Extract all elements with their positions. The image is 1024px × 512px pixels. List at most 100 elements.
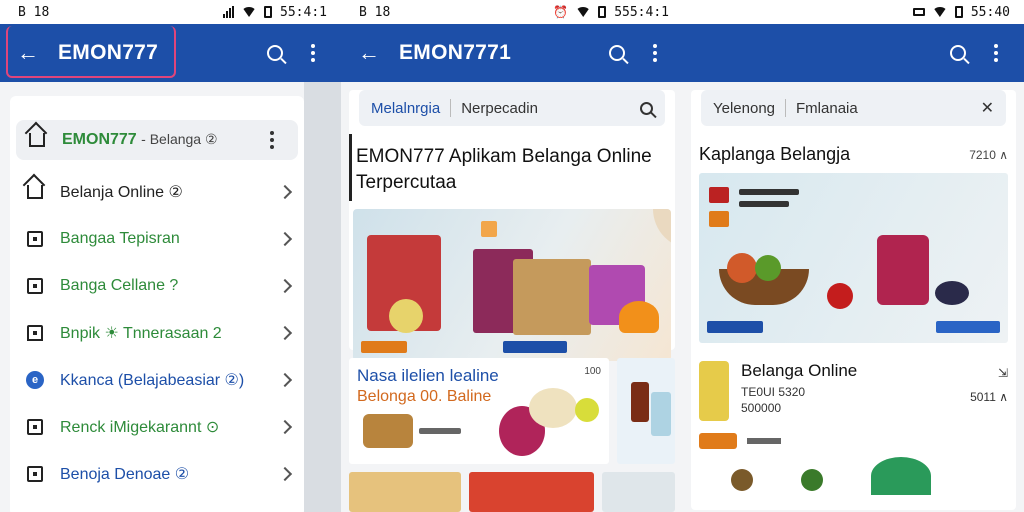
section-title: Kaplanga Belangja [699,144,851,164]
herb-image [801,469,823,491]
wifi-icon [242,7,257,17]
food-thumb-1[interactable] [349,472,461,512]
menu-item[interactable]: Bangaa Tepisran [10,215,304,262]
screen-menu: B 18 55:4:1 ← EMON777 EMON777 - Belanga … [0,0,341,512]
doc-icon [27,418,43,435]
promo-count: 100 [584,366,601,377]
menu-item-label: Renck iMigekarannt ⊙ [60,418,220,436]
category-card: Yelenong Fmlanaia ✕ Kaplanga Belangja 72… [691,90,1016,510]
product-row[interactable]: Belanga Online TE0UI 5320 500000 ⇲ 5011 … [691,343,1016,421]
back-arrow-icon[interactable]: ← [357,40,381,66]
peach-image [727,253,757,283]
chevron-right-icon[interactable] [277,372,293,387]
square-icon [27,277,43,294]
background-peek [304,82,341,512]
product-sub: 500000 [741,401,782,415]
banner-tag-right [936,321,1000,333]
status-time: 555:4:1 [614,4,669,20]
bread-image [529,388,577,428]
search-icon[interactable] [950,45,966,61]
menu-item-label: Bnpik ☀ Tnnerasaan 2 [60,324,222,342]
square-icon [27,465,43,482]
hero-banner[interactable] [353,209,671,362]
more-menu-icon[interactable] [301,44,325,62]
food-thumb-3[interactable] [601,472,675,512]
signal-icon [223,6,235,18]
badge-icon [481,221,497,238]
apple-image [827,283,853,309]
smoothie-image [877,235,929,305]
menu-item[interactable]: Banga Cellane ? [10,262,304,309]
menu-item[interactable]: e Kkanca (Belajabeasiar ②) [10,356,304,403]
more-menu-icon[interactable] [643,44,667,62]
search-tab-left[interactable]: Yelenong [713,100,775,117]
close-icon[interactable]: ✕ [981,98,994,118]
search-icon[interactable] [267,45,283,61]
decor-shape [653,209,671,250]
discount-badge [699,433,737,449]
app-title: EMON7771 [399,41,512,64]
product-side: ⇲ 5011 ∧ [970,361,1008,409]
berries-image [935,281,969,305]
search-tab-left[interactable]: Melalnrgia [371,100,440,117]
more-menu-icon[interactable] [984,44,1008,62]
promo-card[interactable]: Nasa ilelien lealine Belonga 00. Baline … [349,358,609,464]
status-time: 55:40 [970,4,1010,20]
grapes-image [755,255,781,281]
wifi-icon [932,7,947,17]
highlight-outline [6,26,176,78]
battery-icon [264,6,273,18]
selected-item-title: EMON777 [62,131,137,148]
label-tag [503,341,567,354]
chevron-right-icon[interactable] [277,466,293,481]
wifi-icon [576,7,591,17]
melon-image [871,457,931,495]
banner-text-line [739,189,799,195]
menu-item-label: Kkanca (Belajabeasiar ②) [60,371,245,389]
status-left-text: B 18 [359,4,391,20]
chevron-right-icon[interactable] [277,278,293,293]
menu-item-label: Benoja Denoae ② [60,465,190,483]
status-time: 55:4:1 [280,4,327,20]
chevron-right-icon[interactable] [277,184,293,199]
water-bottle-image [651,392,671,436]
menu-item[interactable]: Benoja Denoae ② [10,450,304,497]
status-bar: 55:40 [683,0,1024,24]
chevron-right-icon[interactable] [277,419,293,434]
menu-item[interactable]: Belanja Online ② [10,168,304,215]
search-input[interactable]: Nerpecadin [461,100,630,117]
chevron-right-icon[interactable] [277,325,293,340]
menu-item-selected[interactable]: EMON777 - Belanga ② [16,120,298,160]
page-headline: EMON777 Aplikam Belanga Online Terpercut… [349,134,675,202]
expand-icon[interactable]: ⇲ [970,361,1008,385]
alarm-icon: ⏰ [553,5,569,19]
product-side-value: 5011 ∧ [970,390,1008,404]
home-icon [27,184,43,199]
product-price: TE0UI 5320 [741,385,806,399]
blue-circle-icon: e [26,370,44,389]
status-bar: B 18 55:4:1 [0,0,341,24]
nuts-image [363,414,413,448]
chevron-right-icon[interactable] [277,231,293,246]
status-left-text: B 18 [18,4,50,20]
badge-text [747,438,781,444]
price-label [419,428,461,434]
main-card: Melalnrgia Nerpecadin EMON777 Aplikam Be… [349,90,675,362]
status-bar: B 18 ⏰ 555:4:1 [341,0,683,24]
banner-tag-left [707,321,763,333]
search-bar[interactable]: Yelenong Fmlanaia ✕ [701,90,1006,126]
search-bar[interactable]: Melalnrgia Nerpecadin [359,90,665,126]
search-icon[interactable] [609,45,625,61]
food-thumb-2[interactable] [468,472,594,512]
battery-icon [598,6,607,18]
selected-item-sub: - Belanga ② [141,131,218,147]
screen-category: 55:40 Yelenong Fmlanaia ✕ Kaplanga Belan… [683,0,1024,512]
category-banner[interactable] [699,173,1008,343]
side-promo-card[interactable] [617,358,675,464]
search-input[interactable]: Fmlanaia [796,100,971,117]
app-bar [683,24,1024,82]
menu-item[interactable]: Bnpik ☀ Tnnerasaan 2 [10,309,304,356]
search-icon[interactable] [640,101,653,115]
menu-item[interactable]: Renck iMigekarannt ⊙ [10,403,304,450]
item-more-icon[interactable] [260,131,284,149]
